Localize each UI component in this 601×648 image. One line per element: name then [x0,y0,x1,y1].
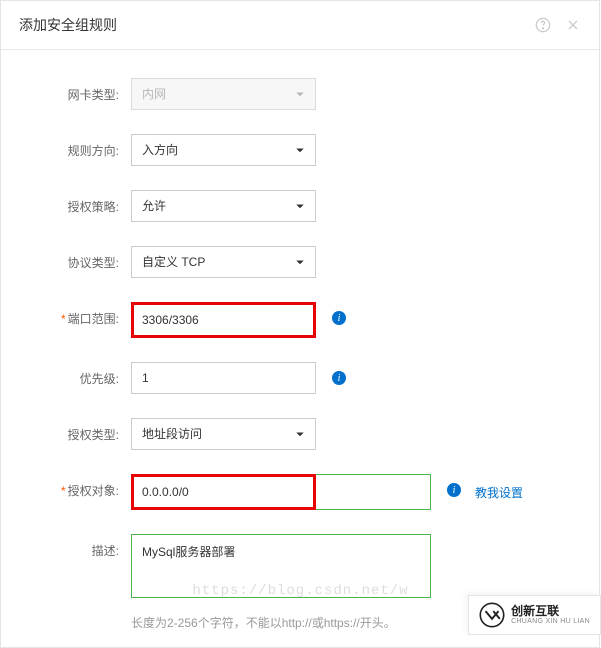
select-auth-policy[interactable]: 允许 [131,190,316,222]
row-direction: 规则方向: 入方向 [31,134,569,166]
select-direction[interactable]: 入方向 [131,134,316,166]
label-nic-type: 网卡类型: [31,78,131,103]
select-auth-type[interactable]: 地址段访问 [131,418,316,450]
input-auth-object[interactable] [131,474,431,510]
label-port-range: *端口范围: [31,302,131,327]
close-icon[interactable] [565,17,581,33]
help-icon[interactable] [535,17,551,33]
select-protocol[interactable]: 自定义 TCP [131,246,316,278]
logo-icon [479,602,505,628]
header-icons [535,17,581,33]
info-icon-port[interactable]: i [332,311,346,325]
dialog-title: 添加安全组规则 [19,15,117,35]
row-priority: 优先级: i [31,362,569,394]
label-protocol: 协议类型: [31,246,131,271]
select-nic-type: 内网 [131,78,316,110]
dialog-body: 网卡类型: 内网 规则方向: 入方向 授权策略: 允许 [1,50,599,647]
add-security-rule-dialog: 添加安全组规则 网卡类型: 内网 规则方向: 入方向 [0,0,600,648]
row-auth-type: 授权类型: 地址段访问 [31,418,569,450]
logo-text: 创新互联 CHUANG XIN HU LIAN [511,605,590,626]
input-port-range[interactable] [131,302,316,338]
row-auth-object: *授权对象: i 教我设置 [31,474,569,510]
input-priority[interactable] [131,362,316,394]
label-auth-type: 授权类型: [31,418,131,443]
dialog-header: 添加安全组规则 [1,1,599,50]
label-priority: 优先级: [31,362,131,387]
row-nic-type: 网卡类型: 内网 [31,78,569,110]
info-icon-priority[interactable]: i [332,371,346,385]
link-teach-me[interactable]: 教我设置 [475,484,523,501]
label-direction: 规则方向: [31,134,131,159]
description-hint: 长度为2-256个字符，不能以http://或https://开头。 [131,614,396,631]
textarea-description[interactable]: MySql服务器部署 [131,534,431,598]
row-auth-policy: 授权策略: 允许 [31,190,569,222]
row-port-range: *端口范围: i [31,302,569,338]
label-auth-policy: 授权策略: [31,190,131,215]
info-icon-auth-object[interactable]: i [447,483,461,497]
logo-badge: 创新互联 CHUANG XIN HU LIAN [468,595,601,635]
label-auth-object: *授权对象: [31,474,131,499]
label-description: 描述: [31,534,131,559]
row-protocol: 协议类型: 自定义 TCP [31,246,569,278]
